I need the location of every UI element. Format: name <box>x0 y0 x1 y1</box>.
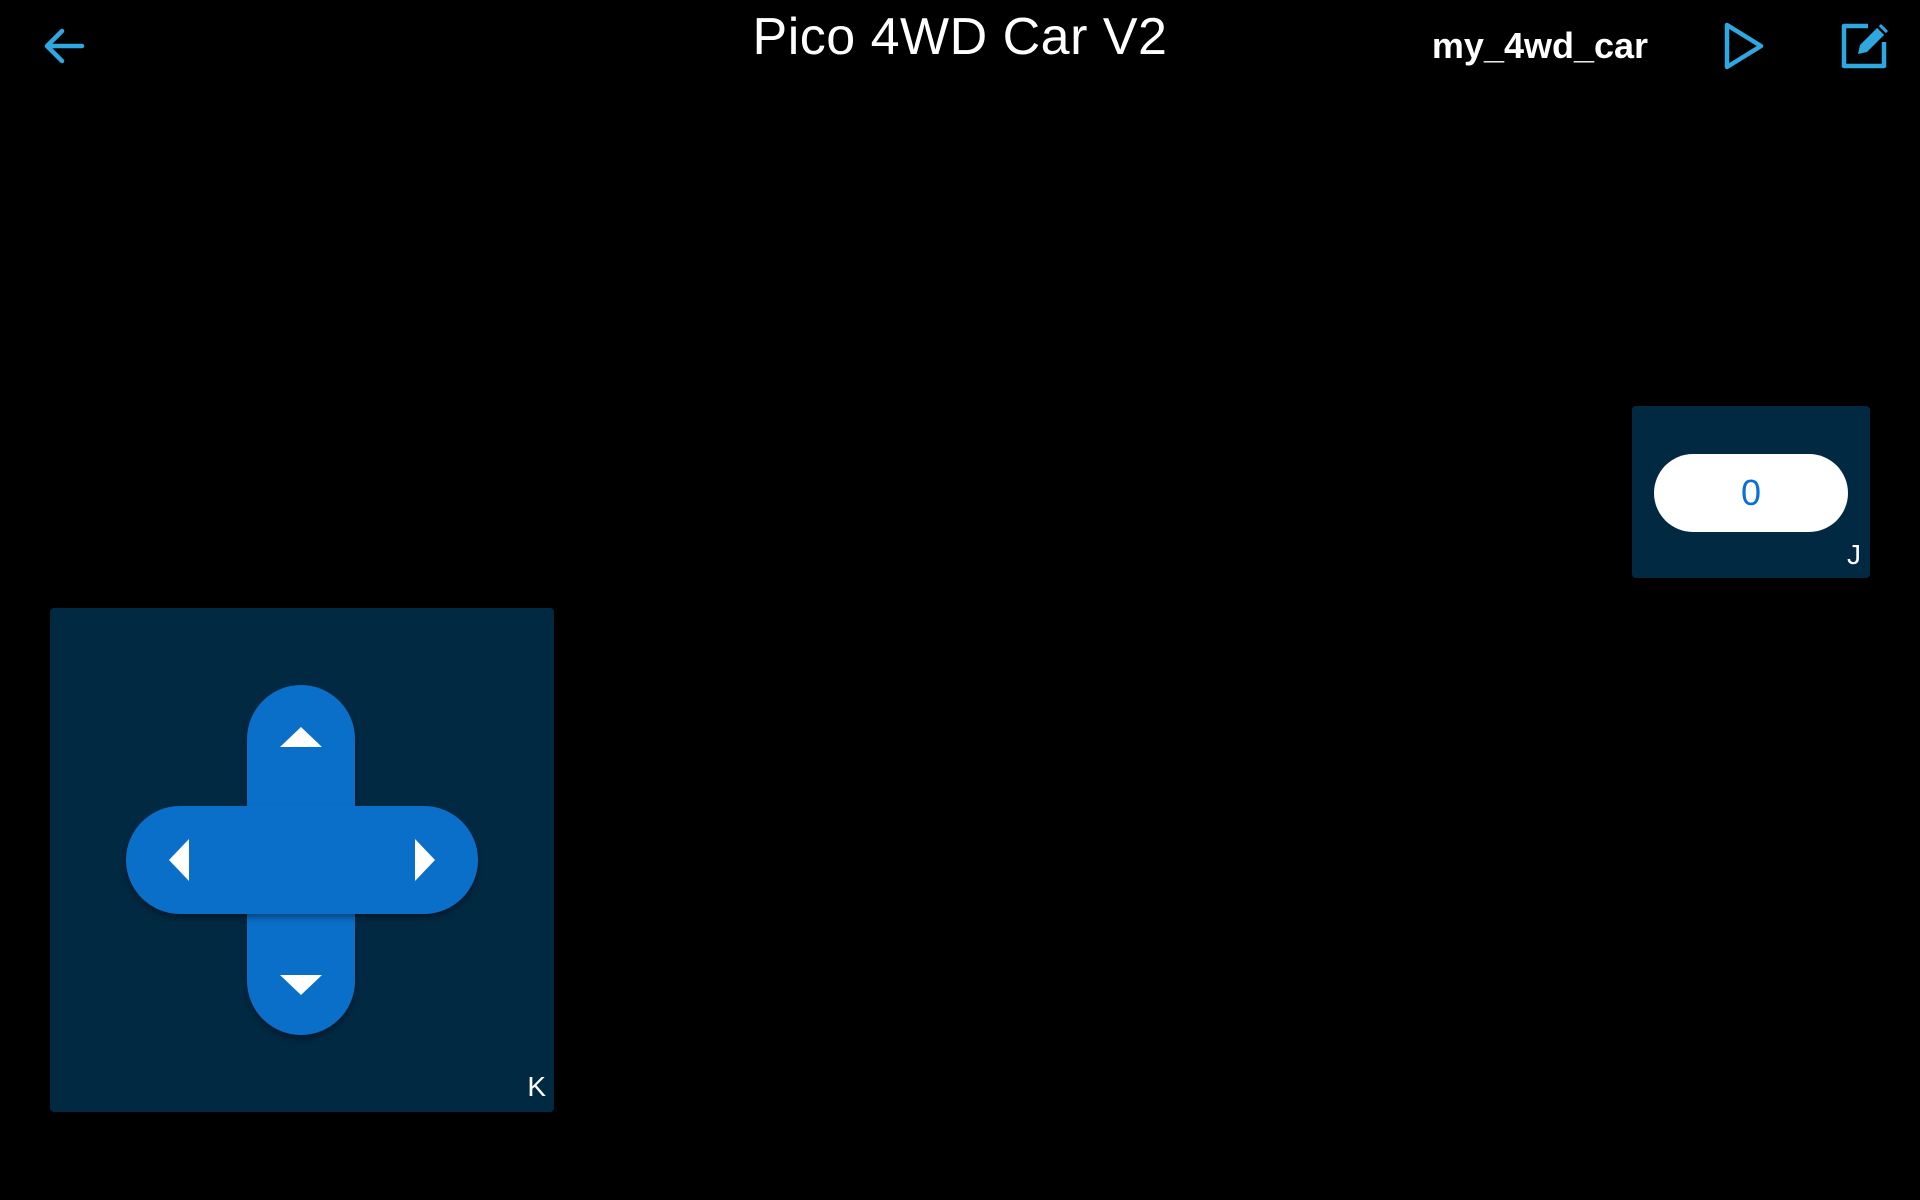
arrow-left-icon <box>44 28 85 64</box>
dpad-right-button[interactable] <box>380 815 470 905</box>
triangle-left-icon <box>169 839 189 881</box>
widget-label: J <box>1847 539 1861 570</box>
triangle-up-icon <box>280 727 322 747</box>
dpad-left-button[interactable] <box>134 815 224 905</box>
triangle-right-icon <box>415 839 435 881</box>
back-button[interactable] <box>34 18 94 74</box>
edit-icon <box>1841 23 1888 69</box>
dpad-widget: K <box>50 608 554 1112</box>
triangle-down-icon <box>280 975 322 995</box>
number-value: 0 <box>1654 454 1848 532</box>
project-name: my_4wd_car <box>1431 25 1649 66</box>
edit-button[interactable] <box>1832 14 1898 76</box>
play-icon <box>1724 22 1764 70</box>
dpad-up-button[interactable] <box>256 692 346 782</box>
dpad <box>50 608 554 1112</box>
number-widget: 0 J <box>1632 406 1870 578</box>
app-root: Pico 4WD Car V2 my_4wd_car 0 J K <box>0 0 1920 1200</box>
header-bar: Pico 4WD Car V2 my_4wd_car <box>0 0 1920 100</box>
dpad-down-button[interactable] <box>256 940 346 1030</box>
page-title: Pico 4WD Car V2 <box>752 8 1168 66</box>
play-button[interactable] <box>1712 16 1776 76</box>
widget-label: K <box>527 1071 546 1102</box>
